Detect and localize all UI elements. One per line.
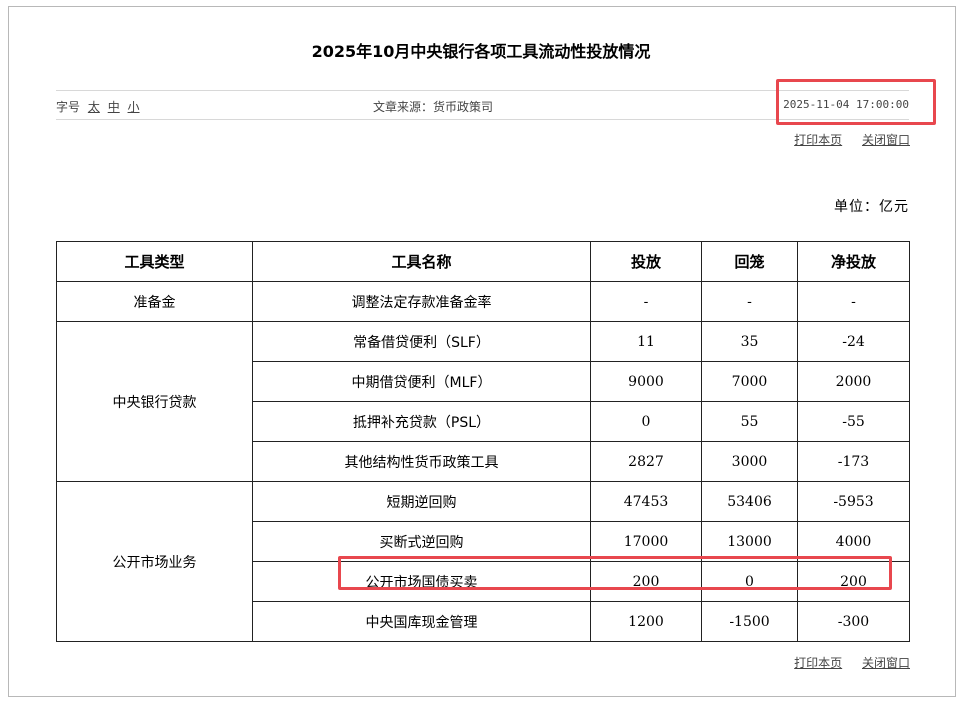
inject-cell: -: [590, 281, 702, 322]
net-cell: 4000: [797, 521, 910, 562]
tool-name-cell: 买断式逆回购: [252, 521, 591, 562]
header-tool-name: 工具名称: [252, 241, 591, 282]
tool-name-cell: 调整法定存款准备金率: [252, 281, 591, 322]
tool-name-cell: 中期借贷便利（MLF）: [252, 361, 591, 402]
header-tool-type: 工具类型: [56, 241, 253, 282]
net-cell: -173: [797, 441, 910, 482]
unit-label: 单位：亿元: [834, 199, 909, 215]
page-title: 2025年10月中央银行各项工具流动性投放情况: [311, 42, 651, 61]
header-net: 净投放: [797, 241, 910, 282]
withdraw-cell: 0: [701, 561, 798, 602]
inject-cell: 200: [590, 561, 702, 602]
withdraw-cell: 13000: [701, 521, 798, 562]
print-page-link[interactable]: 打印本页: [794, 656, 842, 670]
font-size-large-link[interactable]: 太: [88, 100, 100, 114]
header-withdraw: 回笼: [701, 241, 798, 282]
publish-date: 2025-11-04 17:00:00: [783, 98, 909, 111]
net-cell: -5953: [797, 481, 910, 522]
header-inject: 投放: [590, 241, 702, 282]
net-cell: -: [797, 281, 910, 322]
table-row: 准备金 调整法定存款准备金率 - - -: [56, 281, 910, 322]
tool-name-cell: 常备借贷便利（SLF）: [252, 321, 591, 362]
category-cell: 公开市场业务: [56, 481, 253, 642]
tool-name-cell: 抵押补充贷款（PSL）: [252, 401, 591, 442]
inject-cell: 17000: [590, 521, 702, 562]
tool-name-cell: 其他结构性货币政策工具: [252, 441, 591, 482]
withdraw-cell: 7000: [701, 361, 798, 402]
net-cell: -55: [797, 401, 910, 442]
tool-name-cell: 中央国库现金管理: [252, 601, 591, 642]
withdraw-cell: -1500: [701, 601, 798, 642]
liquidity-table: 工具类型 工具名称 投放 回笼 净投放 准备金 调整法定存款准备金率 - - -…: [56, 241, 910, 642]
withdraw-cell: -: [701, 281, 798, 322]
top-links: 打印本页 关闭窗口: [778, 131, 910, 148]
category-cell: 中央银行贷款: [56, 321, 253, 482]
table-header-row: 工具类型 工具名称 投放 回笼 净投放: [56, 241, 910, 282]
net-cell: -24: [797, 321, 910, 362]
tool-name-cell: 短期逆回购: [252, 481, 591, 522]
close-window-link[interactable]: 关闭窗口: [862, 656, 910, 670]
inject-cell: 2827: [590, 441, 702, 482]
table-row: 公开市场业务 短期逆回购 47453 53406 -5953: [56, 481, 910, 642]
font-size-small-link[interactable]: 小: [128, 100, 140, 114]
bottom-links: 打印本页 关闭窗口: [778, 654, 910, 671]
info-bar: 字号 太 中 小 文章来源：货币政策司 2025-11-04 17:00:00: [56, 90, 909, 120]
font-size-label: 字号: [56, 100, 81, 114]
inject-cell: 0: [590, 401, 702, 442]
inject-cell: 47453: [590, 481, 702, 522]
tool-name-cell: 公开市场国债买卖: [252, 561, 591, 602]
article-source: 文章来源：货币政策司: [373, 100, 494, 114]
close-window-link[interactable]: 关闭窗口: [862, 133, 910, 147]
category-cell: 准备金: [56, 281, 253, 322]
font-size-control: 字号 太 中 小: [56, 98, 140, 115]
net-cell: -300: [797, 601, 910, 642]
net-cell: 200: [797, 561, 910, 602]
font-size-medium-link[interactable]: 中: [108, 100, 120, 114]
print-page-link[interactable]: 打印本页: [794, 133, 842, 147]
inject-cell: 1200: [590, 601, 702, 642]
withdraw-cell: 3000: [701, 441, 798, 482]
net-cell: 2000: [797, 361, 910, 402]
withdraw-cell: 35: [701, 321, 798, 362]
withdraw-cell: 55: [701, 401, 798, 442]
withdraw-cell: 53406: [701, 481, 798, 522]
inject-cell: 11: [590, 321, 702, 362]
table-row: 中央银行贷款 常备借贷便利（SLF） 11 35 -24: [56, 321, 910, 482]
inject-cell: 9000: [590, 361, 702, 402]
